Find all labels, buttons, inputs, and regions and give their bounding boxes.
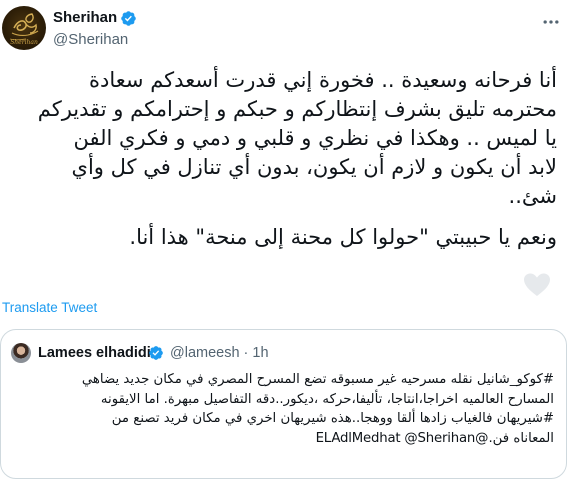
avatar-logo-icon: Sherihan [9, 13, 39, 46]
tweet-text-line: شئ.. [508, 184, 558, 208]
quote-text-line: #شيريهان فالغياب زادها ألقا ووهجا..هذه ش… [111, 411, 554, 426]
quote-author-name[interactable]: Lamees elhadidi [38, 345, 151, 361]
author-handle[interactable]: @Sherihan [53, 31, 128, 48]
quote-text: #كوكو_شانيل نقله مسرحيه غير مسبوقه تضع ا… [13, 370, 554, 448]
quote-text-line: #كوكو_شانيل نقله مسرحيه غير مسبوقه تضع ا… [81, 372, 554, 387]
quoted-tweet-card[interactable]: Lamees elhadidi @lameesh · 1h #كوكو_شاني… [0, 329, 567, 479]
tweet-text: أنا فرحانه وسعيدة .. فخورة إني قدرت أسعد… [8, 66, 558, 252]
tweet-text-line: ونعم يا حبيبتي "حولوا كل محنة إلى منحة" … [129, 225, 557, 249]
svg-text:Sherihan: Sherihan [10, 39, 38, 46]
quote-text-line: المعاناه فن.@ELAdlMedhat @Sherihan [315, 430, 555, 446]
translate-tweet-link[interactable]: Translate Tweet [2, 300, 97, 315]
tweet-text-line: محترمه تليق بشرف إنتظاركم و حبكم و إحترا… [37, 97, 558, 121]
quote-author-avatar[interactable] [11, 343, 31, 363]
verified-badge-icon [121, 11, 136, 26]
tweet-text-line: يا لميس .. وهكذا في نظري و قلبي و دمي و … [73, 126, 557, 150]
quote-author-handle-time[interactable]: @lameesh · 1h [170, 345, 269, 361]
tweet-header: Sherihan Sherihan @Sherihan [0, 0, 569, 58]
quote-text-line: المسارح العالميه اخراجا،انتاجا، تأليفا،ح… [100, 391, 554, 407]
more-horizontal-icon [543, 20, 559, 24]
author-display-name[interactable]: Sherihan [53, 9, 117, 26]
tweet-text-line: أنا فرحانه وسعيدة .. فخورة إني قدرت أسعد… [89, 68, 557, 92]
verified-badge-icon [149, 346, 163, 360]
author-avatar[interactable]: Sherihan [2, 6, 46, 50]
tweet-text-line: لابد أن يكون و لازم أن يكون، بدون أي تنا… [71, 155, 558, 179]
heart-icon [524, 273, 550, 296]
more-options-button[interactable] [537, 8, 565, 36]
